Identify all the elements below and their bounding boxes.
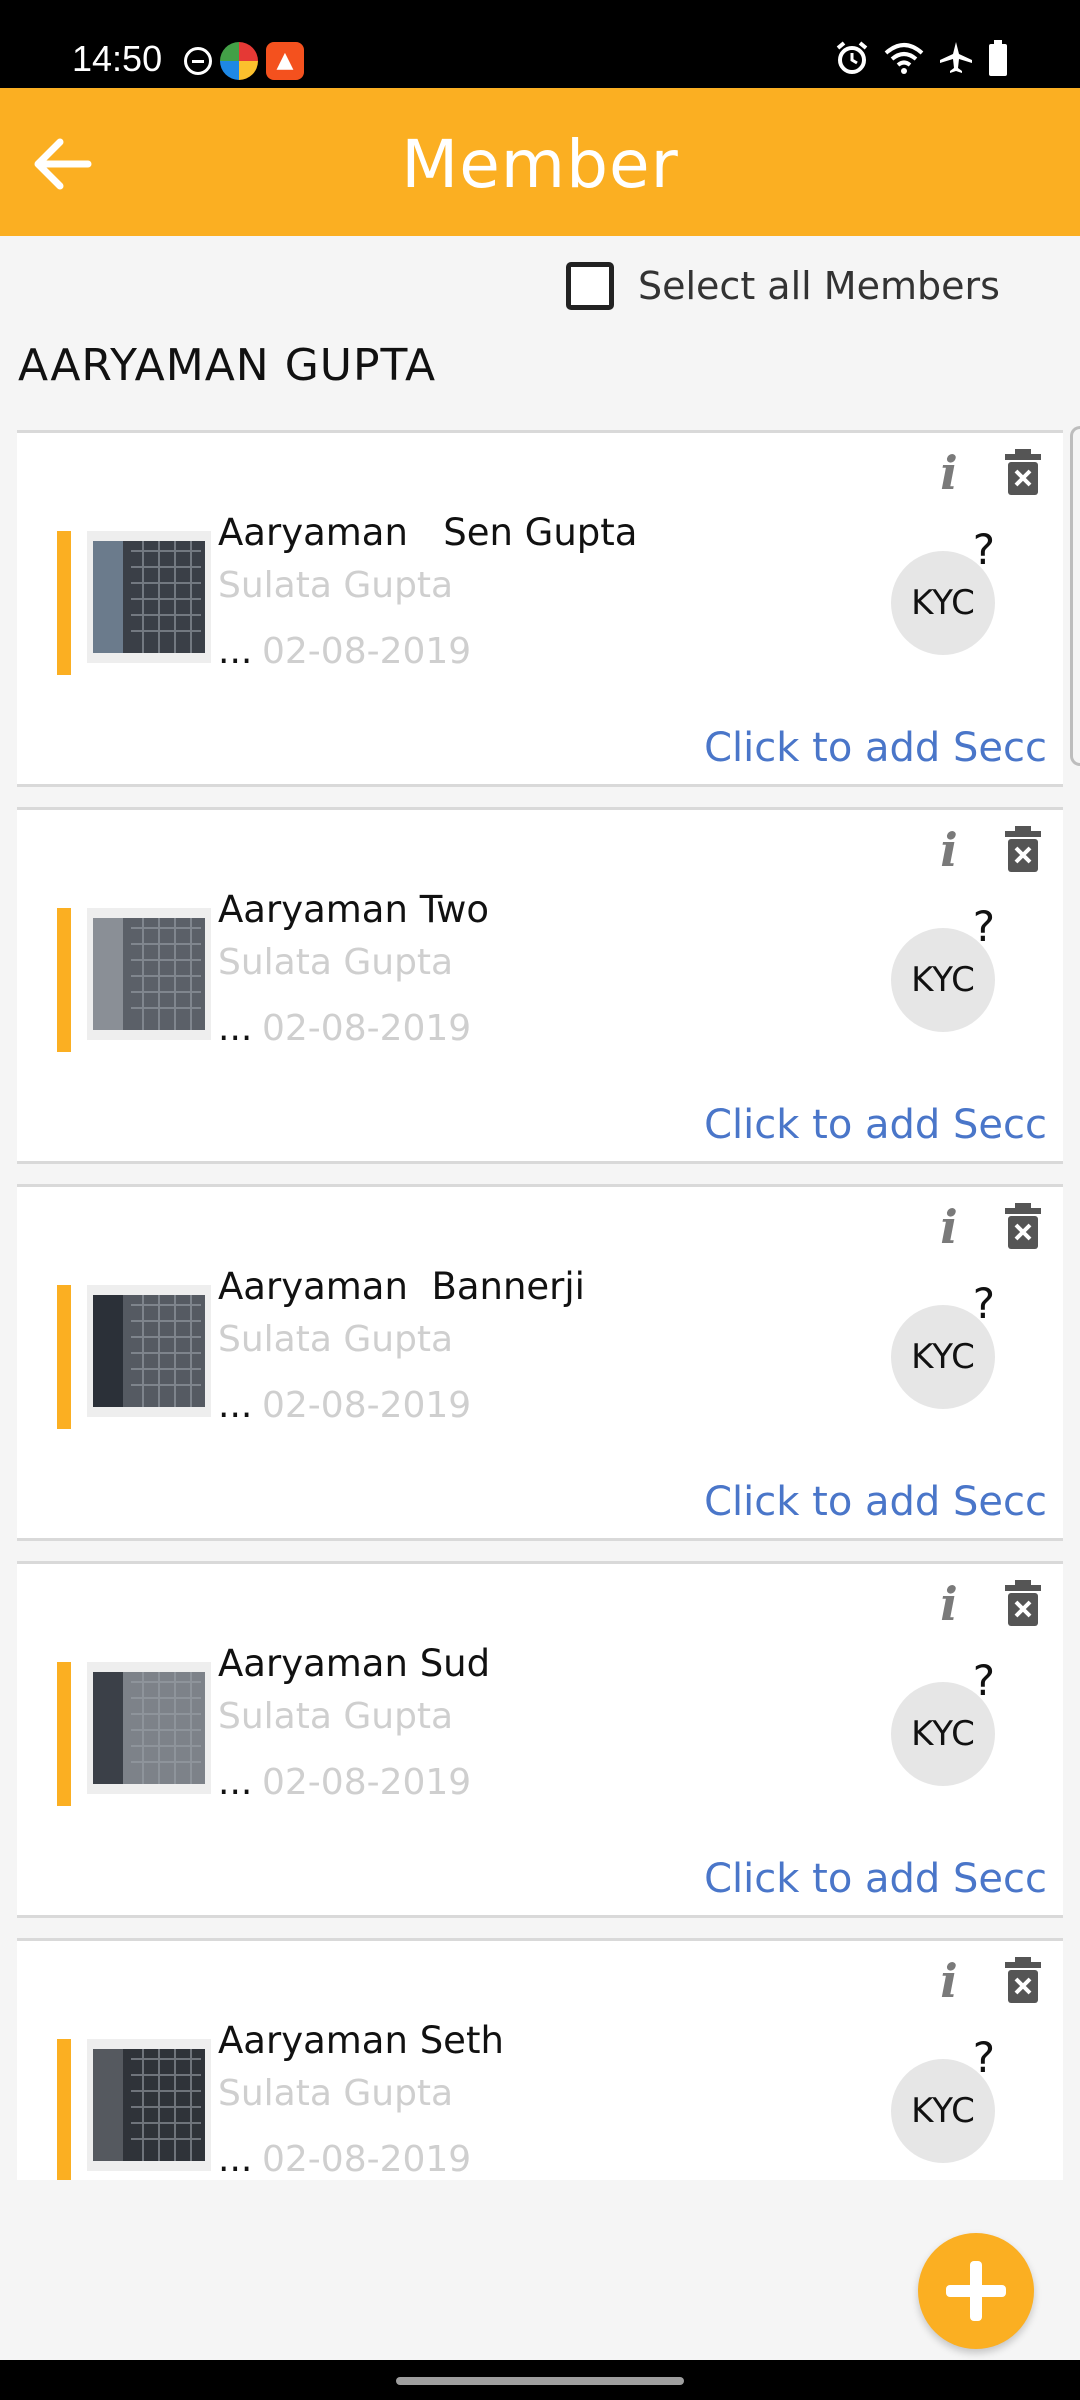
info-icon[interactable]: i (929, 1576, 969, 1632)
accent-bar (57, 908, 71, 1052)
status-bar: 14:50 ▲ (0, 0, 1080, 88)
home-gesture-handle[interactable] (396, 2377, 684, 2385)
member-date: 02-08-2019 (262, 1385, 472, 1426)
add-secc-link[interactable]: Click to add Secc (704, 1856, 1047, 1902)
add-secc-link[interactable]: Click to add Secc (704, 725, 1047, 771)
accent-bar (57, 1285, 71, 1429)
more-ellipsis: ... (218, 1008, 253, 1049)
member-photo[interactable] (87, 908, 211, 1040)
battery-icon (989, 40, 1007, 76)
member-photo[interactable] (87, 1662, 211, 1794)
member-card[interactable]: i Aaryaman Seth Sulata Gupta ... 02-08-2… (17, 1938, 1063, 2180)
navigation-bar (0, 2360, 1080, 2400)
app-bar: Member (0, 88, 1080, 236)
add-member-button[interactable] (918, 2233, 1034, 2349)
kyc-button[interactable]: KYC (891, 1682, 995, 1786)
guardian-name: Sulata Gupta (218, 565, 454, 606)
select-all-label: Select all Members (638, 264, 1000, 308)
member-photo[interactable] (87, 531, 211, 663)
member-photo-image (93, 918, 205, 1030)
member-photo-image (93, 1672, 205, 1784)
member-date: 02-08-2019 (262, 2139, 472, 2180)
airplane-mode-icon (940, 42, 972, 73)
member-list[interactable]: i Aaryaman Sen Gupta Sulata Gupta ... 02… (17, 430, 1063, 2180)
alarm-icon (836, 41, 868, 74)
delete-icon[interactable] (1003, 824, 1043, 874)
wifi-icon (884, 43, 924, 74)
member-card[interactable]: i Aaryaman Sen Gupta Sulata Gupta ... 02… (17, 430, 1063, 787)
kyc-button[interactable]: KYC (891, 551, 995, 655)
member-date: 02-08-2019 (262, 631, 472, 672)
delete-icon[interactable] (1003, 1201, 1043, 1251)
app-icon: ▲ (266, 42, 304, 80)
kyc-button[interactable]: KYC (891, 2059, 995, 2163)
status-icons-right (834, 40, 1008, 76)
info-icon[interactable]: i (929, 1953, 969, 2009)
delete-icon[interactable] (1003, 447, 1043, 497)
guardian-name: Sulata Gupta (218, 942, 454, 983)
info-icon[interactable]: i (929, 1199, 969, 1255)
more-ellipsis: ... (218, 1385, 253, 1426)
add-secc-link[interactable]: Click to add Secc (704, 1102, 1047, 1148)
status-icons-left: ▲ (184, 42, 304, 80)
info-icon[interactable]: i (929, 445, 969, 501)
accent-bar (57, 2039, 71, 2180)
add-secc-link[interactable]: Click to add Secc (704, 1479, 1047, 1525)
member-name: Aaryaman Bannerji (218, 1265, 585, 1308)
more-ellipsis: ... (218, 631, 253, 672)
member-photo-image (93, 541, 205, 653)
kyc-button[interactable]: KYC (891, 1305, 995, 1409)
accent-bar (57, 531, 71, 675)
guardian-name: Sulata Gupta (218, 2073, 454, 2114)
guardian-name: Sulata Gupta (218, 1696, 454, 1737)
member-date: 02-08-2019 (262, 1008, 472, 1049)
member-name: Aaryaman Two (218, 888, 490, 931)
member-name: Aaryaman Seth (218, 2019, 504, 2062)
member-photo-image (93, 2049, 205, 2161)
page-title: Member (401, 126, 679, 203)
more-ellipsis: ... (218, 1762, 253, 1803)
member-name: Aaryaman Sen Gupta (218, 511, 638, 554)
member-card[interactable]: i Aaryaman Sud Sulata Gupta ... 02-08-20… (17, 1561, 1063, 1918)
info-icon[interactable]: i (929, 822, 969, 878)
member-card[interactable]: i Aaryaman Bannerji Sulata Gupta ... 02-… (17, 1184, 1063, 1541)
member-date: 02-08-2019 (262, 1762, 472, 1803)
group-title: AARYAMAN GUPTA (18, 340, 437, 391)
guardian-name: Sulata Gupta (218, 1319, 454, 1360)
status-time: 14:50 (72, 38, 163, 79)
delete-icon[interactable] (1003, 1578, 1043, 1628)
member-photo-image (93, 1295, 205, 1407)
do-not-disturb-icon (184, 47, 212, 75)
select-all-checkbox[interactable] (566, 262, 614, 310)
delete-icon[interactable] (1003, 1955, 1043, 2005)
member-name: Aaryaman Sud (218, 1642, 491, 1685)
scrollbar[interactable] (1070, 426, 1080, 766)
app-icon (220, 42, 258, 80)
more-ellipsis: ... (218, 2139, 253, 2180)
kyc-button[interactable]: KYC (891, 928, 995, 1032)
member-photo[interactable] (87, 2039, 211, 2171)
accent-bar (57, 1662, 71, 1806)
member-photo[interactable] (87, 1285, 211, 1417)
select-all-members[interactable]: Select all Members (566, 262, 1000, 310)
member-card[interactable]: i Aaryaman Two Sulata Gupta ... 02-08-20… (17, 807, 1063, 1164)
